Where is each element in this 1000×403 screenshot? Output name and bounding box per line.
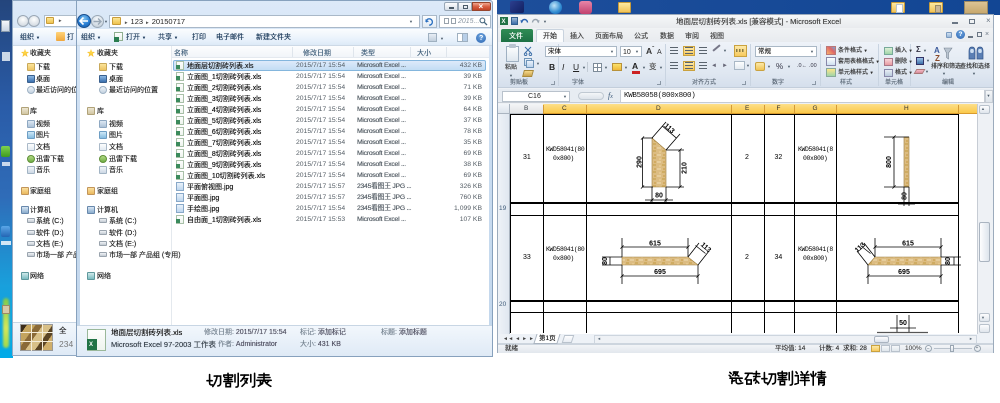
svg-text:290: 290 [637,156,644,168]
svg-text:80: 80 [602,257,609,265]
svg-text:113: 113 [699,242,712,255]
svg-text:50: 50 [899,320,907,327]
svg-text:113: 113 [854,241,867,254]
svg-text:80: 80 [945,257,952,265]
svg-text:615: 615 [649,241,661,248]
svg-text:80: 80 [655,193,663,200]
svg-text:695: 695 [654,269,666,276]
svg-text:695: 695 [898,269,910,276]
svg-text:210: 210 [682,162,689,174]
svg-text:80: 80 [902,192,909,200]
svg-text:615: 615 [902,241,914,248]
svg-text:800: 800 [886,156,893,168]
svg-text:Z: Z [935,54,940,63]
svg-text:113: 113 [662,123,675,136]
